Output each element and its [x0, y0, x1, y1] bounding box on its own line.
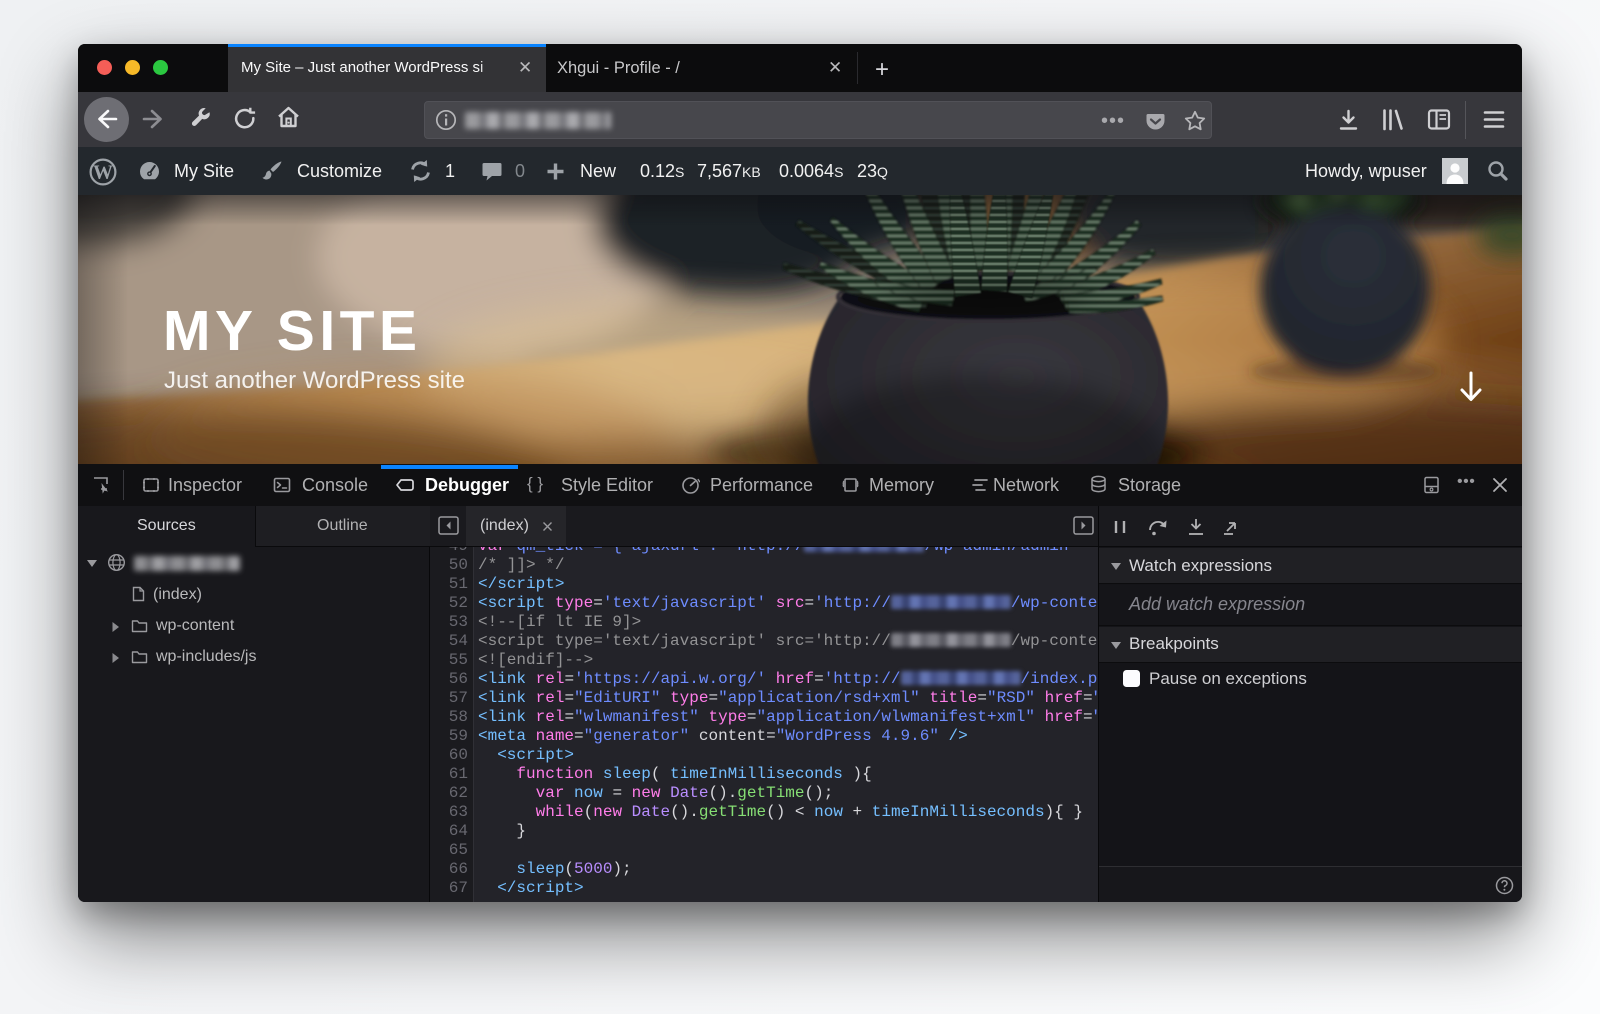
svg-text:W: W [93, 162, 113, 184]
